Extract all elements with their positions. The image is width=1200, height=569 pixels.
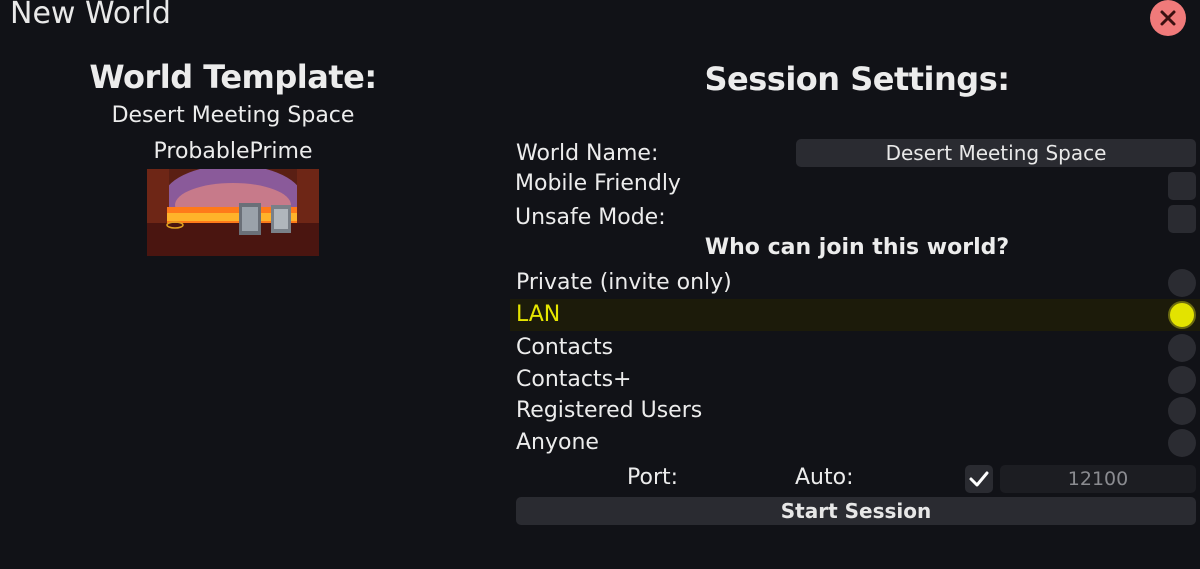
port-label: Port: bbox=[627, 465, 679, 490]
mobile-friendly-checkbox[interactable] bbox=[1168, 172, 1196, 200]
access-option-lan[interactable]: LAN bbox=[510, 299, 1200, 331]
access-option-registered-users[interactable]: Registered Users bbox=[510, 395, 1200, 427]
template-name: Desert Meeting Space bbox=[111, 103, 355, 128]
port-field[interactable]: 12100 bbox=[1000, 465, 1196, 493]
radio-button[interactable] bbox=[1168, 269, 1196, 297]
close-button[interactable] bbox=[1150, 0, 1186, 36]
radio-button[interactable] bbox=[1168, 366, 1196, 394]
radio-button[interactable] bbox=[1168, 397, 1196, 425]
session-settings-heading: Session Settings: bbox=[704, 60, 1010, 98]
auto-label: Auto: bbox=[795, 465, 854, 490]
unsafe-mode-checkbox[interactable] bbox=[1168, 205, 1196, 233]
access-option-contacts-plus[interactable]: Contacts+ bbox=[510, 364, 1200, 396]
checkmark-icon bbox=[969, 471, 989, 487]
radio-button[interactable] bbox=[1168, 334, 1196, 362]
access-option-label: Contacts bbox=[516, 335, 614, 360]
access-option-label: Anyone bbox=[516, 430, 599, 455]
access-option-label: Private (invite only) bbox=[516, 270, 732, 295]
access-option-label: LAN bbox=[516, 302, 561, 327]
auto-port-checkbox[interactable] bbox=[965, 465, 993, 493]
world-name-label: World Name: bbox=[516, 141, 659, 166]
world-name-field[interactable]: Desert Meeting Space bbox=[796, 139, 1196, 167]
mobile-friendly-label: Mobile Friendly bbox=[515, 171, 681, 196]
access-option-label: Registered Users bbox=[516, 398, 703, 423]
access-option-anyone[interactable]: Anyone bbox=[510, 427, 1200, 459]
world-template-heading: World Template: bbox=[89, 58, 377, 96]
access-question: Who can join this world? bbox=[704, 235, 1010, 260]
access-option-contacts[interactable]: Contacts bbox=[510, 332, 1200, 364]
radio-button[interactable] bbox=[1168, 429, 1196, 457]
unsafe-mode-label: Unsafe Mode: bbox=[515, 205, 666, 230]
access-option-label: Contacts+ bbox=[516, 367, 632, 392]
template-author: ProbablePrime bbox=[153, 139, 313, 164]
start-session-button[interactable]: Start Session bbox=[516, 497, 1196, 525]
close-icon bbox=[1160, 10, 1176, 26]
window-title: New World bbox=[10, 0, 171, 31]
radio-button[interactable] bbox=[1168, 301, 1196, 329]
access-option-private[interactable]: Private (invite only) bbox=[510, 267, 1200, 299]
world-thumbnail bbox=[147, 169, 319, 256]
